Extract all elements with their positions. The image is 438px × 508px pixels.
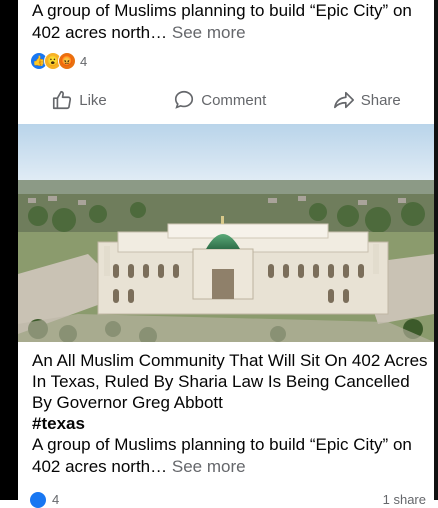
share-label: Share bbox=[360, 91, 401, 109]
post-title: An All Muslim Community That Will Sit On… bbox=[32, 351, 428, 412]
like-label: Like bbox=[79, 91, 107, 109]
post-stats-row: 4 1 share bbox=[18, 492, 434, 508]
share-button[interactable]: Share bbox=[333, 89, 401, 111]
reaction-count: 4 bbox=[80, 53, 88, 69]
comment-button[interactable]: Comment bbox=[173, 89, 266, 111]
see-more-link[interactable]: See more bbox=[172, 457, 246, 476]
hashtag-link[interactable]: #texas bbox=[18, 413, 428, 434]
post-text-preview: A group of Muslims planning to build “Ep… bbox=[18, 0, 432, 44]
like-reaction-icon bbox=[30, 492, 46, 508]
mosque-aerial-photo[interactable] bbox=[18, 124, 434, 342]
post-caption: An All Muslim Community That Will Sit On… bbox=[18, 350, 428, 478]
thumbs-up-icon bbox=[53, 90, 72, 110]
share-arrow-icon bbox=[333, 91, 354, 109]
post-text-preview-2: A group of Muslims planning to build “Ep… bbox=[18, 434, 428, 478]
comment-bubble-icon bbox=[175, 90, 194, 109]
angry-reaction-icon: 😡 bbox=[58, 52, 76, 70]
see-more-link[interactable]: See more bbox=[172, 23, 246, 42]
mosque-aerial-image bbox=[18, 124, 434, 342]
feed-content: A group of Muslims planning to build “Ep… bbox=[18, 0, 434, 508]
post-action-bar: Like Comment Share bbox=[18, 82, 434, 118]
like-button[interactable]: Like bbox=[51, 89, 107, 111]
left-black-bar bbox=[0, 0, 18, 500]
reaction-summary[interactable]: 👍 😮 😡 4 bbox=[30, 52, 87, 70]
comment-label: Comment bbox=[201, 91, 267, 109]
right-black-bar bbox=[434, 0, 438, 500]
